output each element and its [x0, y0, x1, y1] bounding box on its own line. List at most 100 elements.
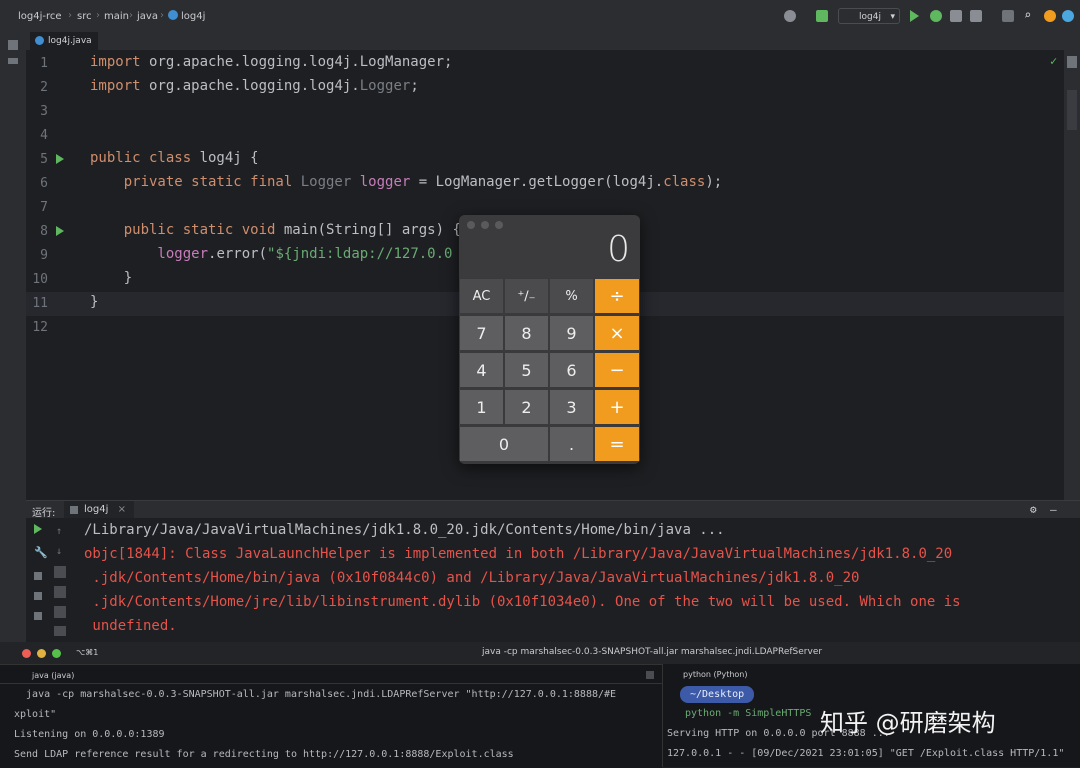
chevron-down-icon: ▾ — [890, 12, 895, 22]
wrench-icon[interactable]: 🔧 — [34, 546, 48, 559]
project-tool-icon[interactable] — [8, 40, 18, 50]
breadcrumb-separator: › — [68, 10, 72, 21]
code-token: org.apache.logging.log4j.LogManager; — [149, 54, 453, 70]
calculator-key[interactable]: 3 — [549, 389, 594, 425]
calculator-key[interactable]: AC — [459, 278, 504, 314]
calculator-key[interactable]: 4 — [459, 352, 504, 388]
gear-icon[interactable]: ⚙ — [1030, 503, 1037, 516]
calculator-key[interactable]: 6 — [549, 352, 594, 388]
debug-icon[interactable] — [930, 10, 942, 22]
minimize-icon[interactable]: — — [1050, 503, 1057, 516]
window-maximize-icon[interactable] — [495, 221, 503, 229]
updates-icon[interactable] — [1044, 10, 1056, 22]
maven-tool-icon[interactable] — [1067, 90, 1077, 130]
calculator-window[interactable]: 0 AC ⁺∕₋% ÷ 7 8 9 × 4 5 6− 1 2 3 +0. = — [459, 215, 640, 464]
down-arrow-icon[interactable]: ↓ — [56, 546, 62, 557]
close-icon[interactable]: × — [118, 504, 126, 515]
line-number: 12 — [32, 320, 48, 335]
code-token: } — [90, 270, 133, 286]
code-token: logger — [90, 246, 209, 262]
code-token: public class — [90, 150, 200, 166]
coverage-icon[interactable] — [950, 10, 962, 22]
ide-logo-icon[interactable] — [1062, 10, 1074, 22]
breadcrumb-main[interactable]: main — [104, 11, 129, 22]
terminal-line: 127.0.0.1 - - [09/Dec/2021 23:01:05] "GE… — [667, 748, 1065, 759]
terminal-tab-java[interactable]: java (java) — [32, 671, 74, 680]
line-number: 7 — [40, 200, 48, 215]
structure-tool-icon[interactable] — [8, 58, 18, 64]
calculator-key[interactable]: 2 — [504, 389, 549, 425]
code-line: private static final Logger logger = Log… — [90, 174, 723, 190]
code-token: = LogManager.getLogger(log4j. — [410, 174, 664, 190]
window-close-icon[interactable] — [467, 221, 475, 229]
code-line: import org.apache.logging.log4j.Logger; — [90, 78, 419, 94]
breadcrumb-java[interactable]: java — [137, 11, 158, 22]
line-number: 4 — [40, 128, 48, 143]
exit-icon[interactable] — [34, 612, 42, 620]
window-minimize-icon[interactable] — [481, 221, 489, 229]
calculator-key[interactable]: + — [594, 389, 640, 425]
profile-icon[interactable] — [970, 10, 982, 22]
user-icon[interactable] — [784, 10, 796, 22]
breadcrumb-separator: › — [129, 10, 133, 21]
rerun-icon[interactable] — [34, 524, 42, 534]
code-token: Logger — [359, 78, 411, 94]
run-output-console[interactable]: 🔧 ↑ ↓ /Library/Java/JavaVirtualMachines/… — [26, 518, 1080, 642]
calculator-key[interactable]: ⁺∕₋ — [504, 278, 549, 314]
code-token: public static void — [90, 222, 284, 238]
run-tab-icon — [70, 506, 78, 514]
calculator-key[interactable]: ÷ — [594, 278, 640, 314]
stop-icon[interactable] — [34, 572, 42, 580]
line-number: 3 — [40, 104, 48, 119]
calculator-key[interactable]: 0 — [459, 426, 549, 462]
window-close-icon[interactable] — [22, 649, 31, 658]
breadcrumb-project[interactable]: log4j-rce — [18, 11, 62, 22]
terminal-tab-python[interactable]: python (Python) — [683, 670, 748, 679]
window-maximize-icon[interactable] — [52, 649, 61, 658]
code-token: import — [90, 54, 150, 70]
calculator-key[interactable]: . — [549, 426, 594, 462]
search-icon[interactable]: ⌕ — [1024, 8, 1031, 22]
run-icon[interactable] — [910, 10, 919, 22]
calculator-key[interactable]: % — [549, 278, 594, 314]
calculator-key[interactable]: = — [594, 426, 640, 462]
soft-wrap-icon[interactable] — [54, 566, 66, 578]
calculator-key[interactable]: 1 — [459, 389, 504, 425]
trash-icon[interactable] — [54, 626, 66, 636]
run-gutter-icon[interactable] — [56, 226, 64, 236]
camera-icon[interactable] — [34, 592, 42, 600]
up-arrow-icon[interactable]: ↑ — [56, 526, 62, 537]
code-token: import — [90, 78, 150, 94]
calculator-key[interactable]: × — [594, 315, 640, 351]
terminal-line: java -cp marshalsec-0.0.3-SNAPSHOT-all.j… — [14, 689, 617, 700]
right-tool-strip — [1064, 32, 1080, 502]
run-tab-log4j[interactable]: log4j × — [64, 501, 134, 519]
build-hammer-icon[interactable] — [816, 10, 828, 22]
code-line: import org.apache.logging.log4j.LogManag… — [90, 54, 452, 70]
terminal-line: python -m SimpleHTTPS — [685, 708, 812, 719]
line-number: 6 — [40, 176, 48, 191]
run-panel-header: 运行: log4j × ⚙ — — [26, 500, 1080, 519]
calculator-key[interactable]: − — [594, 352, 640, 388]
line-number: 1 — [40, 56, 48, 71]
calculator-key[interactable]: 5 — [504, 352, 549, 388]
run-configuration-select[interactable]: log4j ▾ — [838, 8, 900, 24]
terminal-line: xploit" — [14, 709, 57, 720]
split-pane-icon[interactable] — [646, 671, 654, 679]
breadcrumb-src[interactable]: src — [77, 11, 92, 22]
divider — [0, 683, 662, 684]
stop-icon[interactable] — [1002, 10, 1014, 22]
calculator-key[interactable]: 7 — [459, 315, 504, 351]
notifications-icon[interactable] — [1067, 56, 1077, 68]
calculator-value: 0 — [607, 229, 630, 270]
calculator-key[interactable]: 8 — [504, 315, 549, 351]
calculator-key[interactable]: 9 — [549, 315, 594, 351]
window-minimize-icon[interactable] — [37, 649, 46, 658]
print-icon[interactable] — [54, 606, 66, 618]
tab-log4j-java[interactable]: log4j.java — [30, 32, 98, 50]
terminal-title-bar: ⌥⌘1 java -cp marshalsec-0.0.3-SNAPSHOT-a… — [0, 642, 1080, 665]
terminal-pane-java[interactable]: java (java) java -cp marshalsec-0.0.3-SN… — [0, 664, 662, 768]
run-gutter-icon[interactable] — [56, 154, 64, 164]
scroll-end-icon[interactable] — [54, 586, 66, 598]
breadcrumb-class[interactable]: log4j — [181, 11, 205, 22]
